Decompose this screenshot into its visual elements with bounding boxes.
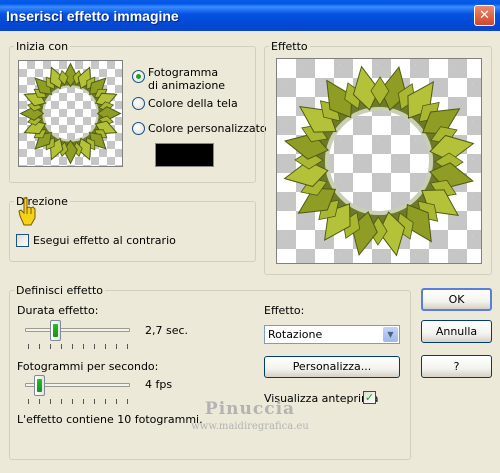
cancel-button[interactable]: Annulla	[421, 320, 492, 343]
fps-label: Fotogrammi per secondo:	[17, 360, 159, 373]
watermark-name: Pinuccia	[204, 399, 296, 419]
effect-preview-legend: Effetto	[271, 40, 308, 53]
chevron-down-icon[interactable]: ▼	[383, 327, 398, 342]
watermark-url: www.maidiregrafica.eu	[191, 421, 309, 432]
label-animation-frame: Fotogramma di animazione	[148, 66, 226, 92]
effect-type-label: Effetto:	[264, 304, 305, 317]
custom-color-swatch[interactable]	[155, 143, 214, 167]
duration-slider-track[interactable]	[25, 328, 130, 332]
reverse-effect-label: Esegui effetto al contrario	[33, 234, 176, 247]
radio-animation-frame[interactable]	[132, 70, 145, 83]
close-button[interactable]: ✕	[474, 5, 495, 26]
wreath-preview	[283, 65, 475, 257]
customize-button[interactable]: Personalizza...	[264, 356, 400, 378]
fps-value: 4 fps	[145, 378, 173, 391]
duration-label: Durata effetto:	[17, 304, 99, 317]
help-button[interactable]: ?	[421, 355, 492, 378]
fps-slider-ticks	[28, 399, 129, 404]
wreath-thumbnail	[19, 62, 122, 165]
duration-slider-thumb[interactable]	[50, 320, 62, 341]
effect-type-select[interactable]: Rotazione ▼	[264, 325, 400, 344]
window-title: Inserisci effetto immagine	[6, 8, 179, 24]
fps-slider-thumb[interactable]	[34, 375, 46, 396]
duration-value: 2,7 sec.	[145, 324, 189, 337]
show-preview-checkbox[interactable]: ✓	[363, 391, 376, 404]
hand-cursor-icon	[18, 197, 36, 226]
effect-preview-canvas	[276, 58, 482, 264]
ok-button[interactable]: OK	[421, 288, 492, 311]
direction-group: Direzione	[9, 195, 256, 262]
start-with-legend: Inizia con	[16, 40, 69, 53]
radio-canvas-color[interactable]	[132, 97, 145, 110]
effect-type-value: Rotazione	[268, 328, 323, 341]
reverse-effect-checkbox[interactable]	[16, 234, 29, 247]
start-thumbnail	[18, 60, 123, 167]
label-custom-color: Colore personalizzato	[148, 122, 267, 135]
dialog-window: Inserisci effetto immagine ✕ Inizia con …	[0, 0, 500, 473]
label-canvas-color: Colore della tela	[148, 97, 238, 110]
define-effect-legend: Definisci effetto	[16, 284, 103, 297]
radio-custom-color[interactable]	[132, 122, 145, 135]
duration-slider-ticks	[28, 344, 129, 349]
title-bar[interactable]: Inserisci effetto immagine ✕	[0, 0, 500, 31]
